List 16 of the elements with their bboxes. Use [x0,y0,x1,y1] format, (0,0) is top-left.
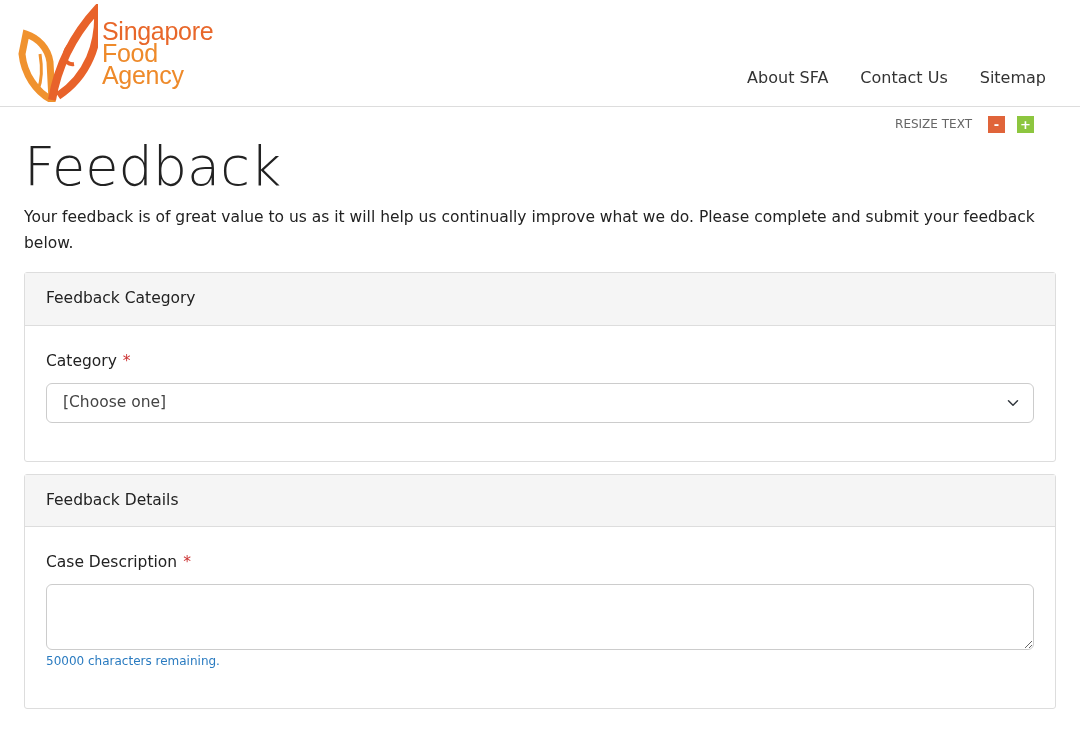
page-title: Feedback [24,137,283,197]
resize-text-label: RESIZE TEXT [895,116,972,133]
nav-link[interactable]: Contact Us [860,66,948,90]
intro-text: Your feedback is of great value to us as it will help us continually improve what we do. Please complete and submit your feedback below. [24,207,1036,255]
required-marker: * [122,350,131,372]
panel-heading: Feedback Details [25,474,1055,528]
field-label: Category [46,350,117,372]
required-marker: * [183,552,191,574]
field-label: Case Description [46,552,178,574]
nav-link[interactable]: Sitemap [979,66,1046,90]
nav-link[interactable]: About SFA [747,66,829,90]
panel-heading: Feedback Category [25,273,1055,326]
leaf-logo-icon [18,4,98,102]
category-select[interactable]: [Choose one] [46,382,1034,423]
character-counter: 50000 characters remaining. [46,653,221,671]
description-field[interactable] [46,584,1034,651]
